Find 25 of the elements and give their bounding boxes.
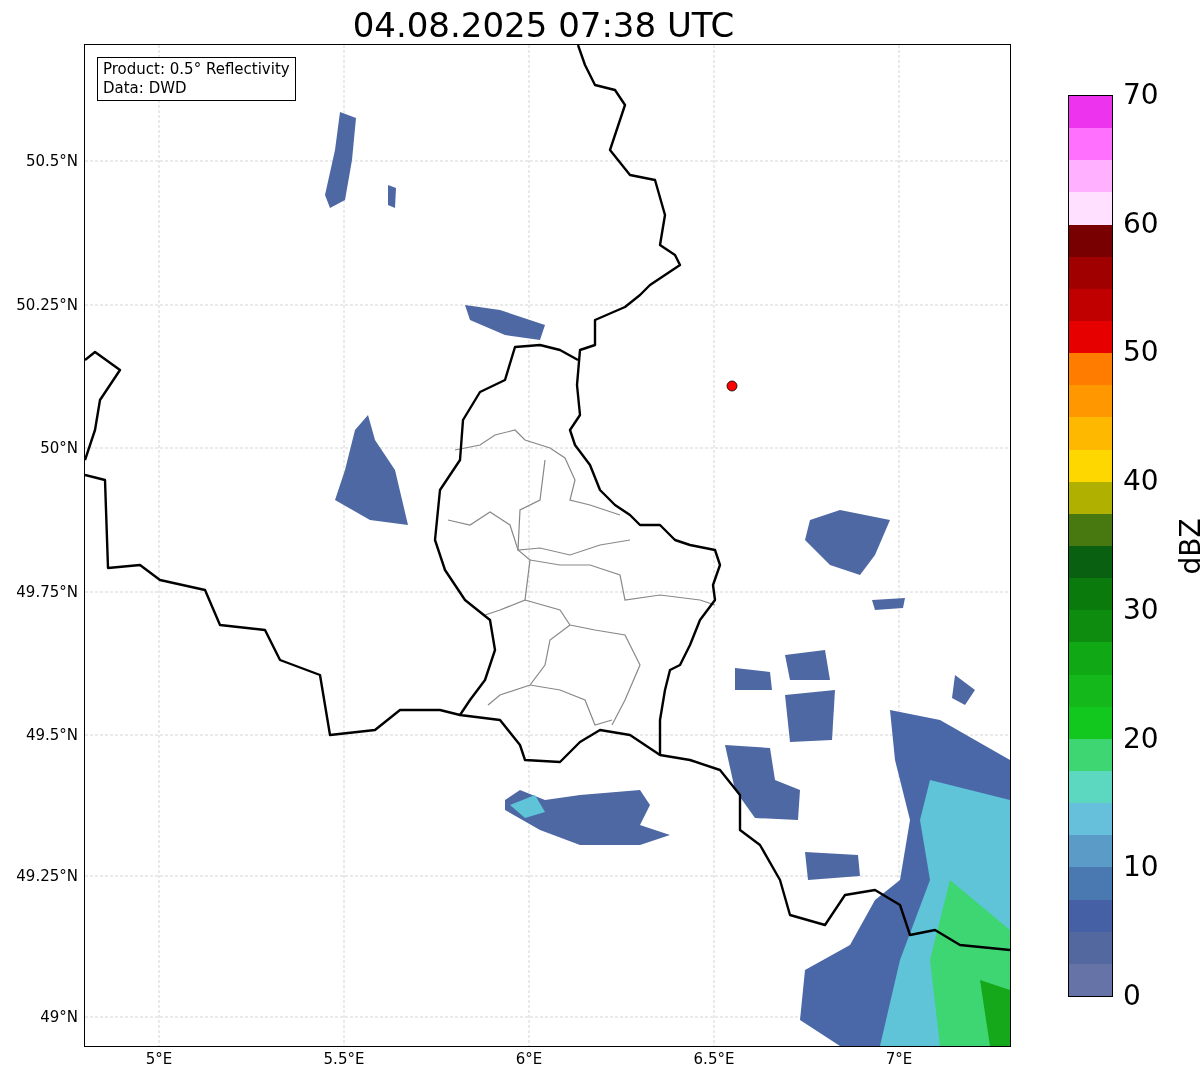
scale-label: 20 bbox=[1123, 721, 1159, 756]
latitude-label: 49.75°N bbox=[16, 583, 78, 601]
longitude-label: 6°E bbox=[515, 1050, 543, 1068]
scale-label: 10 bbox=[1123, 850, 1159, 885]
scale-label: 30 bbox=[1123, 592, 1159, 627]
location-marker bbox=[726, 380, 738, 392]
longitude-label: 5.5°E bbox=[323, 1050, 365, 1068]
legend-text: Product: 0.5° Reflectivity bbox=[103, 60, 290, 79]
longitude-label: 6.5°E bbox=[693, 1050, 735, 1068]
scale-title: dBZ bbox=[1173, 518, 1202, 575]
latitude-label: 49°N bbox=[40, 1008, 78, 1026]
legend-text: Data: DWD bbox=[103, 79, 188, 98]
scale-label: 70 bbox=[1123, 78, 1159, 112]
longitude-label: 5°E bbox=[145, 1050, 173, 1068]
latitude-label: 50.25°N bbox=[16, 296, 78, 314]
latitude-label: 50.5°N bbox=[25, 152, 78, 170]
latitude-label: 50°N bbox=[40, 439, 78, 457]
longitude-label: 7°E bbox=[885, 1050, 913, 1068]
chart-title: 04.08.2025 07:38 UTC bbox=[351, 4, 736, 47]
scale-label: 60 bbox=[1123, 206, 1159, 241]
scale-label: 50 bbox=[1123, 335, 1159, 370]
scale-label: 40 bbox=[1123, 464, 1159, 499]
latitude-label: 49.25°N bbox=[16, 867, 78, 885]
scale-label: 0 bbox=[1123, 979, 1141, 1013]
latitude-label: 49.5°N bbox=[25, 726, 78, 744]
